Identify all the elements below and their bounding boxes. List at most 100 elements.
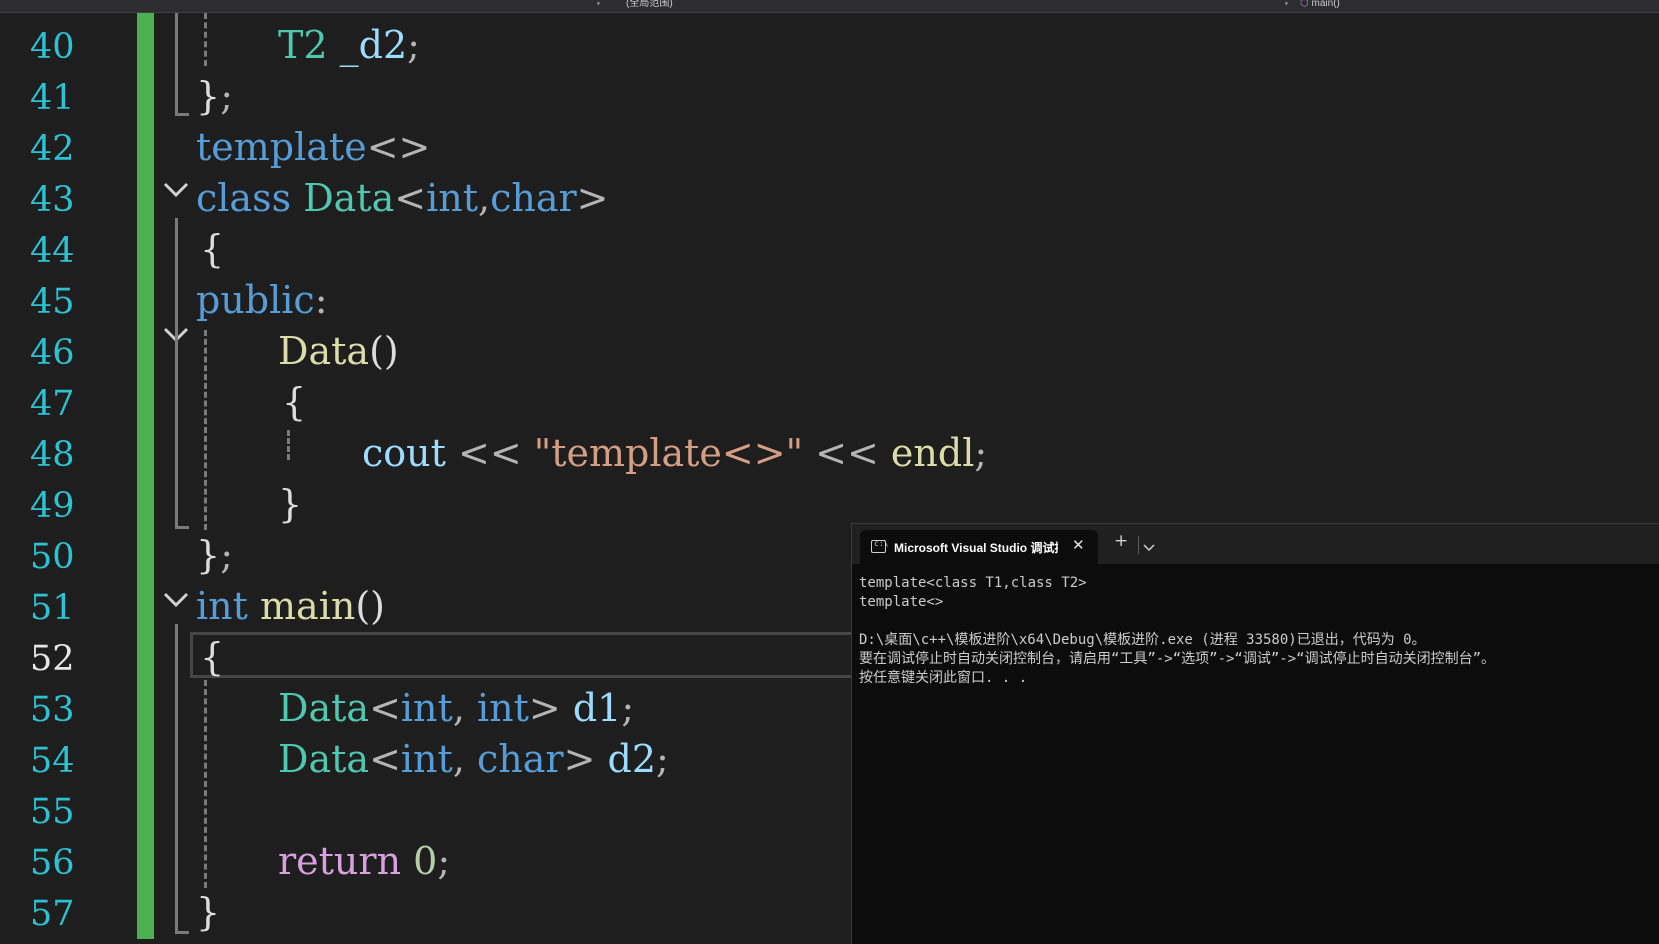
chevron-down-icon[interactable]: ▾	[596, 0, 601, 8]
code-token: ;	[656, 737, 669, 781]
member-dropdown[interactable]: ⬡ main()	[1300, 0, 1600, 12]
scope-dropdown[interactable]: (全局范围)	[626, 0, 1266, 12]
line-number: 42	[30, 129, 75, 169]
fold-chevron-icon[interactable]	[161, 174, 191, 204]
code-token: <	[369, 686, 401, 730]
code-token: ;	[220, 74, 233, 118]
line-number: 55	[30, 792, 75, 832]
line-number: 45	[30, 282, 75, 322]
code-line-53[interactable]: Data<int, int> d1;	[278, 683, 634, 734]
code-token: _d2	[339, 23, 408, 67]
code-line-54[interactable]: Data<int, char> d2;	[278, 734, 669, 785]
indent-guide	[204, 330, 207, 530]
console-output[interactable]: template<class T1,class T2> template<> D:…	[859, 574, 1495, 688]
console-line: template<class T1,class T2>	[859, 575, 1087, 591]
plus-icon[interactable]: +	[1114, 531, 1128, 551]
code-token: :	[314, 278, 328, 322]
code-token: >	[563, 737, 596, 781]
code-line-49[interactable]: }	[278, 479, 302, 530]
console-line: template<>	[859, 594, 944, 610]
code-line-56[interactable]: return 0;	[278, 836, 450, 887]
code-token: {	[200, 635, 225, 679]
code-line-42[interactable]: template<>	[196, 122, 430, 173]
console-title-bar[interactable]: c:\ Microsoft Visual Studio 调试控制台 ✕ +	[852, 524, 1659, 564]
line-number: 57	[30, 894, 75, 934]
code-line-46[interactable]: Data()	[278, 326, 399, 377]
code-token: ;	[220, 533, 233, 577]
scope-guide	[175, 624, 178, 934]
member-dropdown-label: main()	[1311, 0, 1340, 9]
line-number: 47	[30, 384, 75, 424]
code-token: int	[426, 176, 478, 220]
code-token: main	[260, 584, 356, 628]
indent-guide	[287, 430, 290, 460]
code-token: >	[528, 686, 561, 730]
chevron-down-icon[interactable]	[1142, 538, 1156, 557]
code-token: int	[196, 584, 248, 628]
line-number-current: 52	[30, 639, 75, 679]
line-number: 48	[30, 435, 75, 475]
code-token: "template<>"	[533, 431, 804, 475]
code-token: int	[476, 686, 529, 730]
code-token: template	[196, 125, 367, 169]
close-icon[interactable]: ✕	[1072, 536, 1085, 554]
code-line-41[interactable]: };	[196, 71, 233, 122]
console-tab-title: Microsoft Visual Studio 调试控制台	[894, 541, 1058, 555]
line-number: 43	[30, 180, 75, 220]
code-token: char	[490, 176, 577, 220]
code-line-57[interactable]: }	[196, 887, 220, 938]
code-token: cout	[362, 431, 446, 475]
line-number: 49	[30, 486, 75, 526]
code-token: }	[196, 533, 221, 577]
scope-guide-end	[175, 526, 189, 529]
code-line-47[interactable]: {	[282, 377, 306, 428]
code-token: d1	[572, 686, 622, 730]
line-number: 41	[30, 78, 75, 118]
code-token: d2	[607, 737, 657, 781]
console-line: 要在调试停止时自动关闭控制台，请启用“工具”->“选项”->“调试”->“调试停…	[859, 651, 1495, 667]
code-line-45[interactable]: public:	[196, 275, 328, 326]
code-token: <<	[803, 431, 891, 475]
line-number: 44	[30, 231, 75, 271]
code-token: {	[200, 227, 225, 271]
code-token: }	[278, 482, 303, 526]
debug-console-window[interactable]: c:\ Microsoft Visual Studio 调试控制台 ✕ + te…	[851, 523, 1659, 944]
code-token: Data	[278, 329, 370, 373]
code-token: }	[196, 890, 221, 934]
scope-guide	[175, 218, 178, 529]
indent-guide	[204, 13, 207, 66]
code-token: <	[394, 176, 427, 220]
console-line: 按任意键关闭此窗口. . .	[859, 670, 1028, 686]
code-line-43[interactable]: class Data<int,char>	[196, 173, 609, 224]
code-token: int	[400, 686, 453, 730]
code-token: Data	[278, 686, 370, 730]
scope-guide-end	[175, 931, 189, 934]
code-token: >	[576, 176, 609, 220]
code-line-44[interactable]: {	[200, 224, 224, 275]
code-line-52[interactable]: {	[200, 632, 224, 683]
code-token: ;	[437, 839, 451, 883]
code-line-48[interactable]: cout << "template<>" << endl;	[362, 428, 987, 479]
console-tab[interactable]: c:\ Microsoft Visual Studio 调试控制台 ✕	[860, 530, 1098, 564]
code-token: ;	[621, 686, 635, 730]
scope-guide	[175, 13, 178, 116]
code-token: T2	[278, 23, 328, 67]
scope-dropdown-label: (全局范围)	[626, 0, 673, 9]
code-line-40[interactable]: T2 _d2;	[278, 20, 420, 71]
code-token: ()	[369, 329, 399, 373]
code-token: ,	[452, 737, 477, 781]
scope-guide-end	[175, 113, 189, 116]
line-number: 53	[30, 690, 75, 730]
code-line-51[interactable]: int main()	[196, 581, 385, 632]
line-number: 54	[30, 741, 75, 781]
line-number: 56	[30, 843, 75, 883]
code-line-50[interactable]: };	[196, 530, 233, 581]
fold-chevron-icon[interactable]	[161, 584, 191, 614]
code-token: char	[476, 737, 564, 781]
code-token: {	[282, 380, 307, 424]
navigation-bar: ▾ (全局范围) ▾ ⬡ main()	[0, 0, 1659, 13]
chevron-down-icon[interactable]: ▾	[1284, 0, 1289, 8]
code-token: ,	[452, 686, 477, 730]
code-token: Data	[303, 176, 395, 220]
